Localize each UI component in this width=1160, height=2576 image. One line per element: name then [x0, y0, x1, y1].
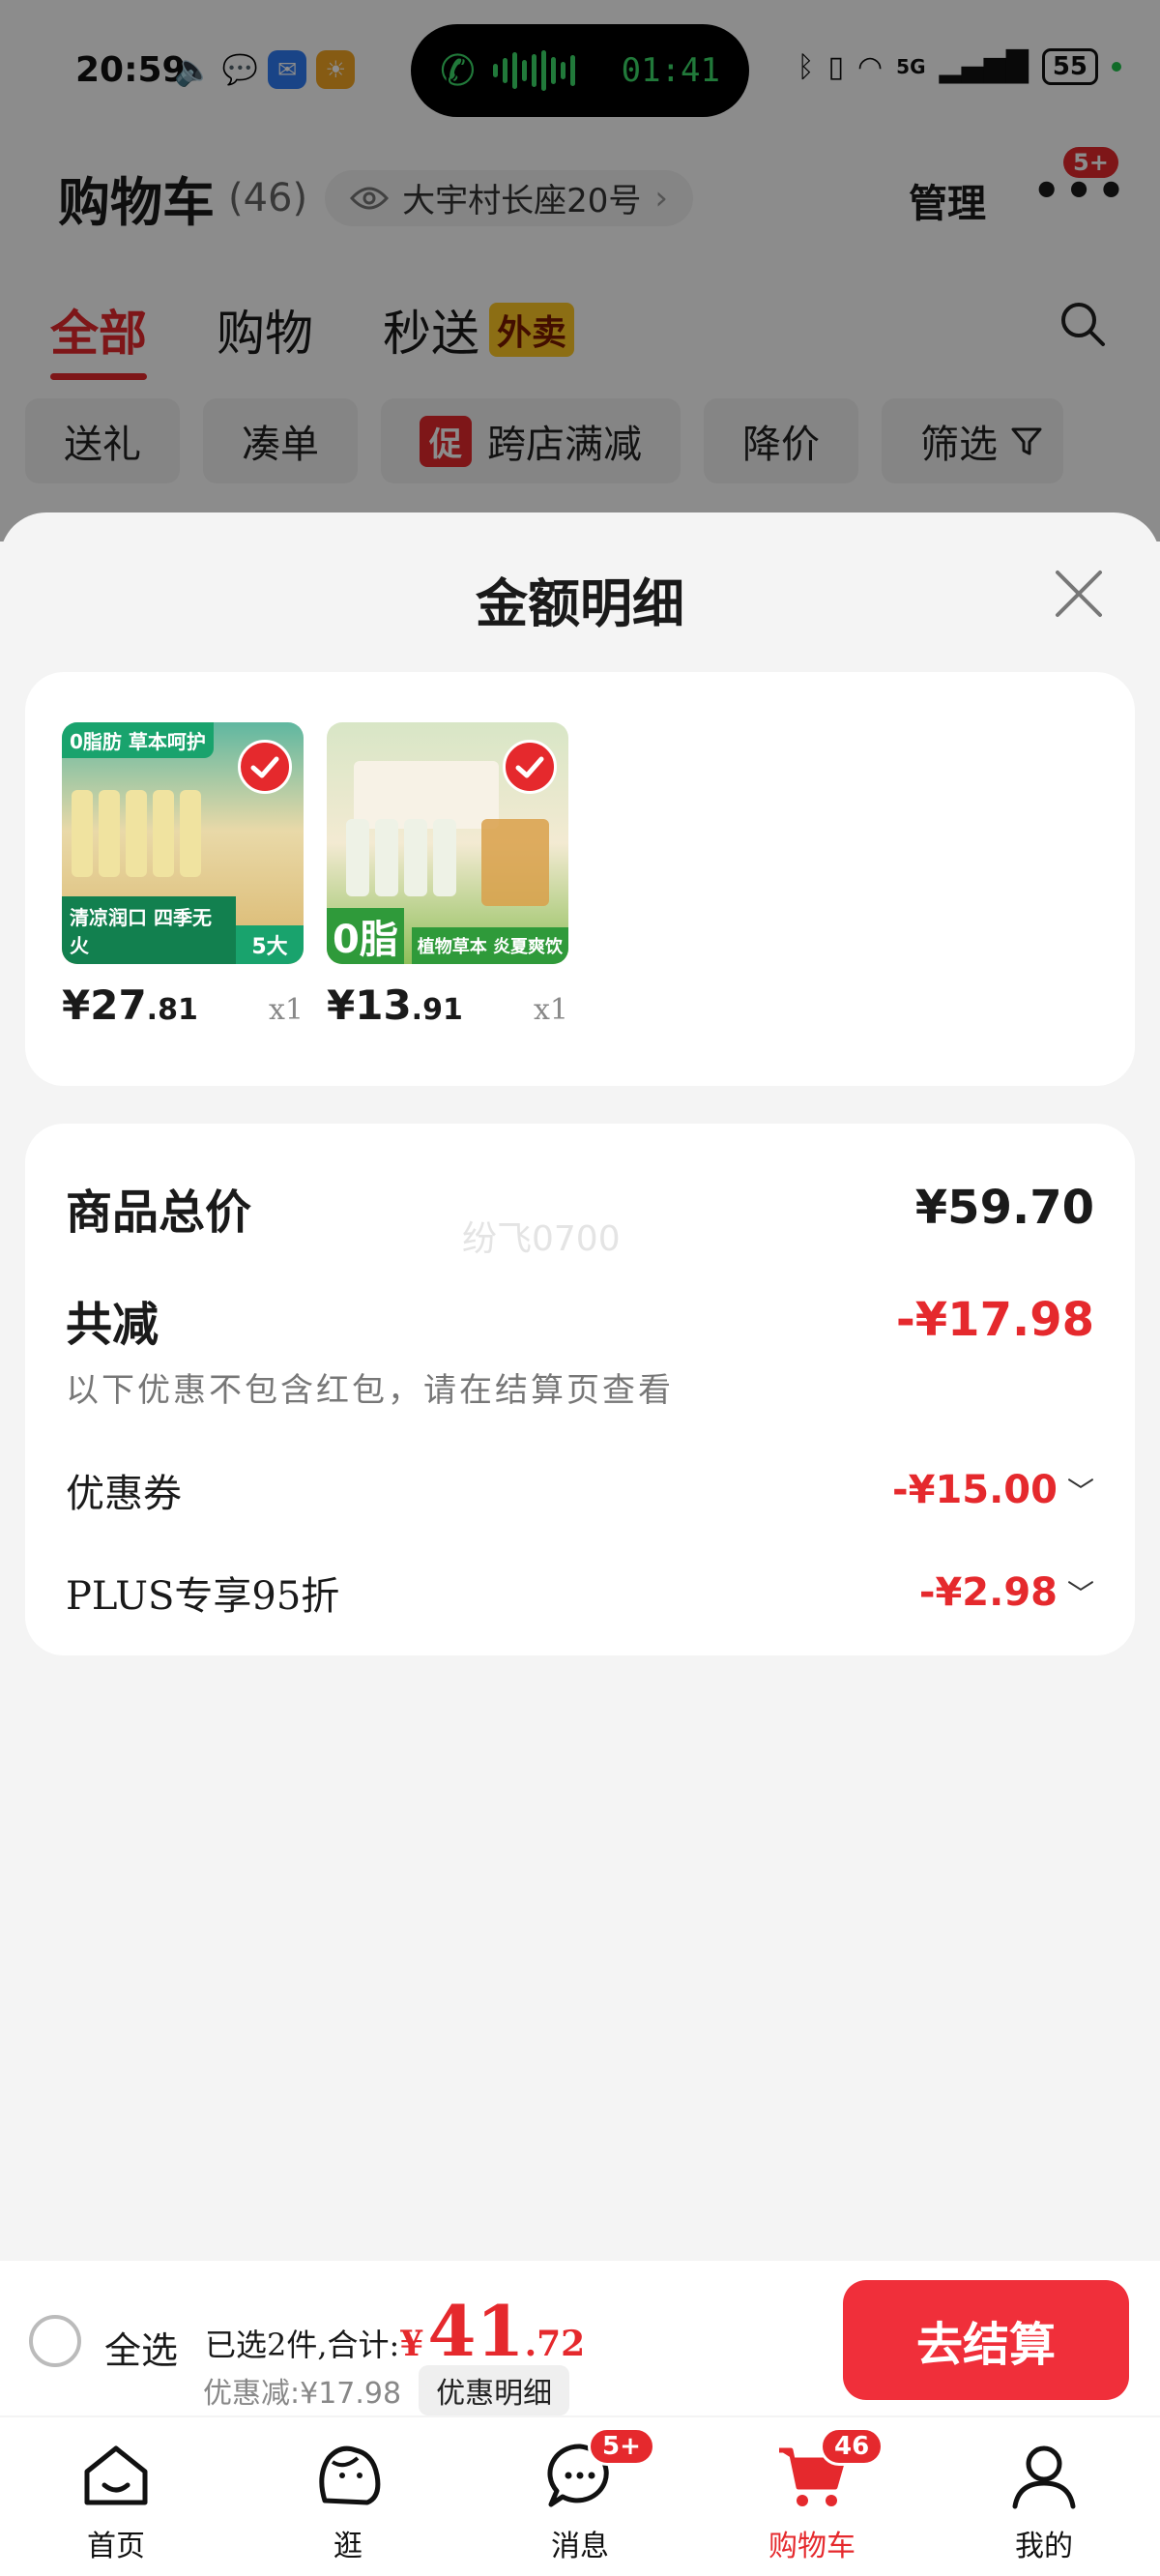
nav-home-label: 首页	[87, 2530, 145, 2563]
nav-cart[interactable]: 46 购物车	[715, 2427, 909, 2564]
reduction-row: 共减 -¥17.98	[66, 1286, 1094, 1354]
product-price-decimal: .91	[411, 993, 463, 1027]
reduction-label: 共减	[66, 1298, 160, 1352]
product-price: ¥13	[327, 981, 412, 1029]
check-icon[interactable]	[503, 740, 557, 794]
product-price: ¥27	[62, 981, 147, 1029]
nav-browse[interactable]: 逛	[251, 2437, 445, 2564]
nav-home[interactable]: 首页	[19, 2437, 213, 2564]
select-all-label[interactable]: 全选	[104, 2321, 178, 2374]
chevron-down-icon[interactable]: ﹀	[1067, 1573, 1094, 1612]
discount-detail-button[interactable]: 优惠明细	[419, 2365, 570, 2415]
check-icon[interactable]	[238, 740, 292, 794]
product-price-decimal: .81	[146, 993, 198, 1027]
product-qty: x1	[268, 993, 304, 1027]
product-item[interactable]: 0脂肪 草本呵护 清凉润口 四季无火 5大 ¥27 .81 x1	[62, 722, 304, 1029]
plus-discount-label: PLUS专享95折	[66, 1574, 340, 1619]
total-amount-decimal: .72	[524, 2324, 586, 2364]
discount-summary: 优惠减:¥17.98 优惠明细	[203, 2365, 570, 2415]
nav-browse-label: 逛	[334, 2530, 362, 2563]
total-amount: 41	[427, 2290, 525, 2372]
plus-discount-row[interactable]: PLUS专享95折 -¥2.98 ﹀	[66, 1565, 1094, 1621]
reduction-value: -¥17.98	[895, 1293, 1094, 1347]
total-price-label: 商品总价	[66, 1186, 252, 1240]
bottle-row	[346, 819, 456, 896]
bottle-row	[72, 790, 201, 877]
product-corner-tag: 5大	[236, 925, 304, 964]
product-tag: 0脂肪 草本呵护	[62, 722, 214, 758]
select-all-checkbox[interactable]	[29, 2315, 81, 2367]
coupon-row[interactable]: 优惠券 -¥15.00 ﹀	[66, 1462, 1094, 1518]
product-qty: x1	[533, 993, 568, 1027]
product-banner: 0脂	[327, 908, 404, 964]
product-price-row: ¥27 .81 x1	[62, 981, 304, 1029]
nav-cart-label: 购物车	[768, 2530, 856, 2563]
bottom-tab-bar: 首页 逛 5+ 消息 46 购物车 我的	[0, 2417, 1160, 2576]
product-image: 0脂肪 草本呵护 清凉润口 四季无火 5大	[62, 722, 304, 964]
selected-summary: 已选2件,合计: ¥ 41 .72	[205, 2290, 585, 2372]
coupon-value: -¥15.00	[892, 1468, 1058, 1512]
product-item[interactable]: 0脂 植物草本 炎夏爽饮 ¥13 .91 x1	[327, 722, 568, 1029]
modal-overlay[interactable]	[0, 0, 1160, 542]
product-banner: 清凉润口 四季无火	[62, 896, 236, 964]
coupon-label: 优惠券	[66, 1472, 182, 1516]
product-sub-banner: 植物草本 炎夏爽饮	[411, 927, 568, 964]
products-card: 0脂肪 草本呵护 清凉润口 四季无火 5大 ¥27 .81 x1 0脂 植物草本…	[25, 672, 1135, 1086]
total-price-row: 商品总价 ¥59.70	[66, 1174, 1094, 1242]
discount-text: 优惠减:¥17.98	[203, 2377, 402, 2411]
product-image: 0脂 植物草本 炎夏爽饮	[327, 722, 568, 964]
total-price-value: ¥59.70	[914, 1181, 1094, 1235]
selected-text: 已选2件,合计:	[205, 2327, 400, 2363]
user-icon	[1012, 2445, 1076, 2509]
nav-profile[interactable]: 我的	[947, 2437, 1141, 2564]
sheet-title: 金额明细	[476, 572, 684, 634]
checkout-bar: 全选 已选2件,合计: ¥ 41 .72 优惠减:¥17.98 优惠明细 去结算	[0, 2261, 1160, 2415]
total-currency: ¥	[399, 2324, 424, 2364]
plus-discount-value: -¥2.98	[918, 1570, 1058, 1615]
amount-detail-sheet: 金额明细 0脂肪 草本呵护 清凉润口 四季无火 5大 ¥27 .81 x1 0脂…	[0, 512, 1160, 2272]
home-icon	[84, 2445, 148, 2505]
tea-glass	[481, 819, 549, 906]
reduction-note: 以下优惠不包含红包，请在结算页查看	[66, 1371, 674, 1410]
price-summary-card: 纷飞0700 商品总价 ¥59.70 共减 -¥17.98 以下优惠不包含红包，…	[25, 1124, 1135, 1655]
nav-profile-label: 我的	[1015, 2530, 1073, 2563]
nav-messages-label: 消息	[551, 2530, 609, 2563]
close-icon[interactable]	[1052, 567, 1106, 621]
nav-messages[interactable]: 5+ 消息	[483, 2427, 677, 2564]
message-icon-wrap: 5+	[541, 2427, 655, 2514]
browse-icon	[319, 2445, 381, 2505]
message-badge: 5+	[588, 2427, 655, 2466]
checkout-button[interactable]: 去结算	[843, 2280, 1129, 2400]
product-price-row: ¥13 .91 x1	[327, 981, 568, 1029]
chevron-down-icon[interactable]: ﹀	[1067, 1471, 1094, 1509]
cart-icon-wrap: 46	[773, 2427, 884, 2514]
cart-badge: 46	[820, 2427, 884, 2466]
